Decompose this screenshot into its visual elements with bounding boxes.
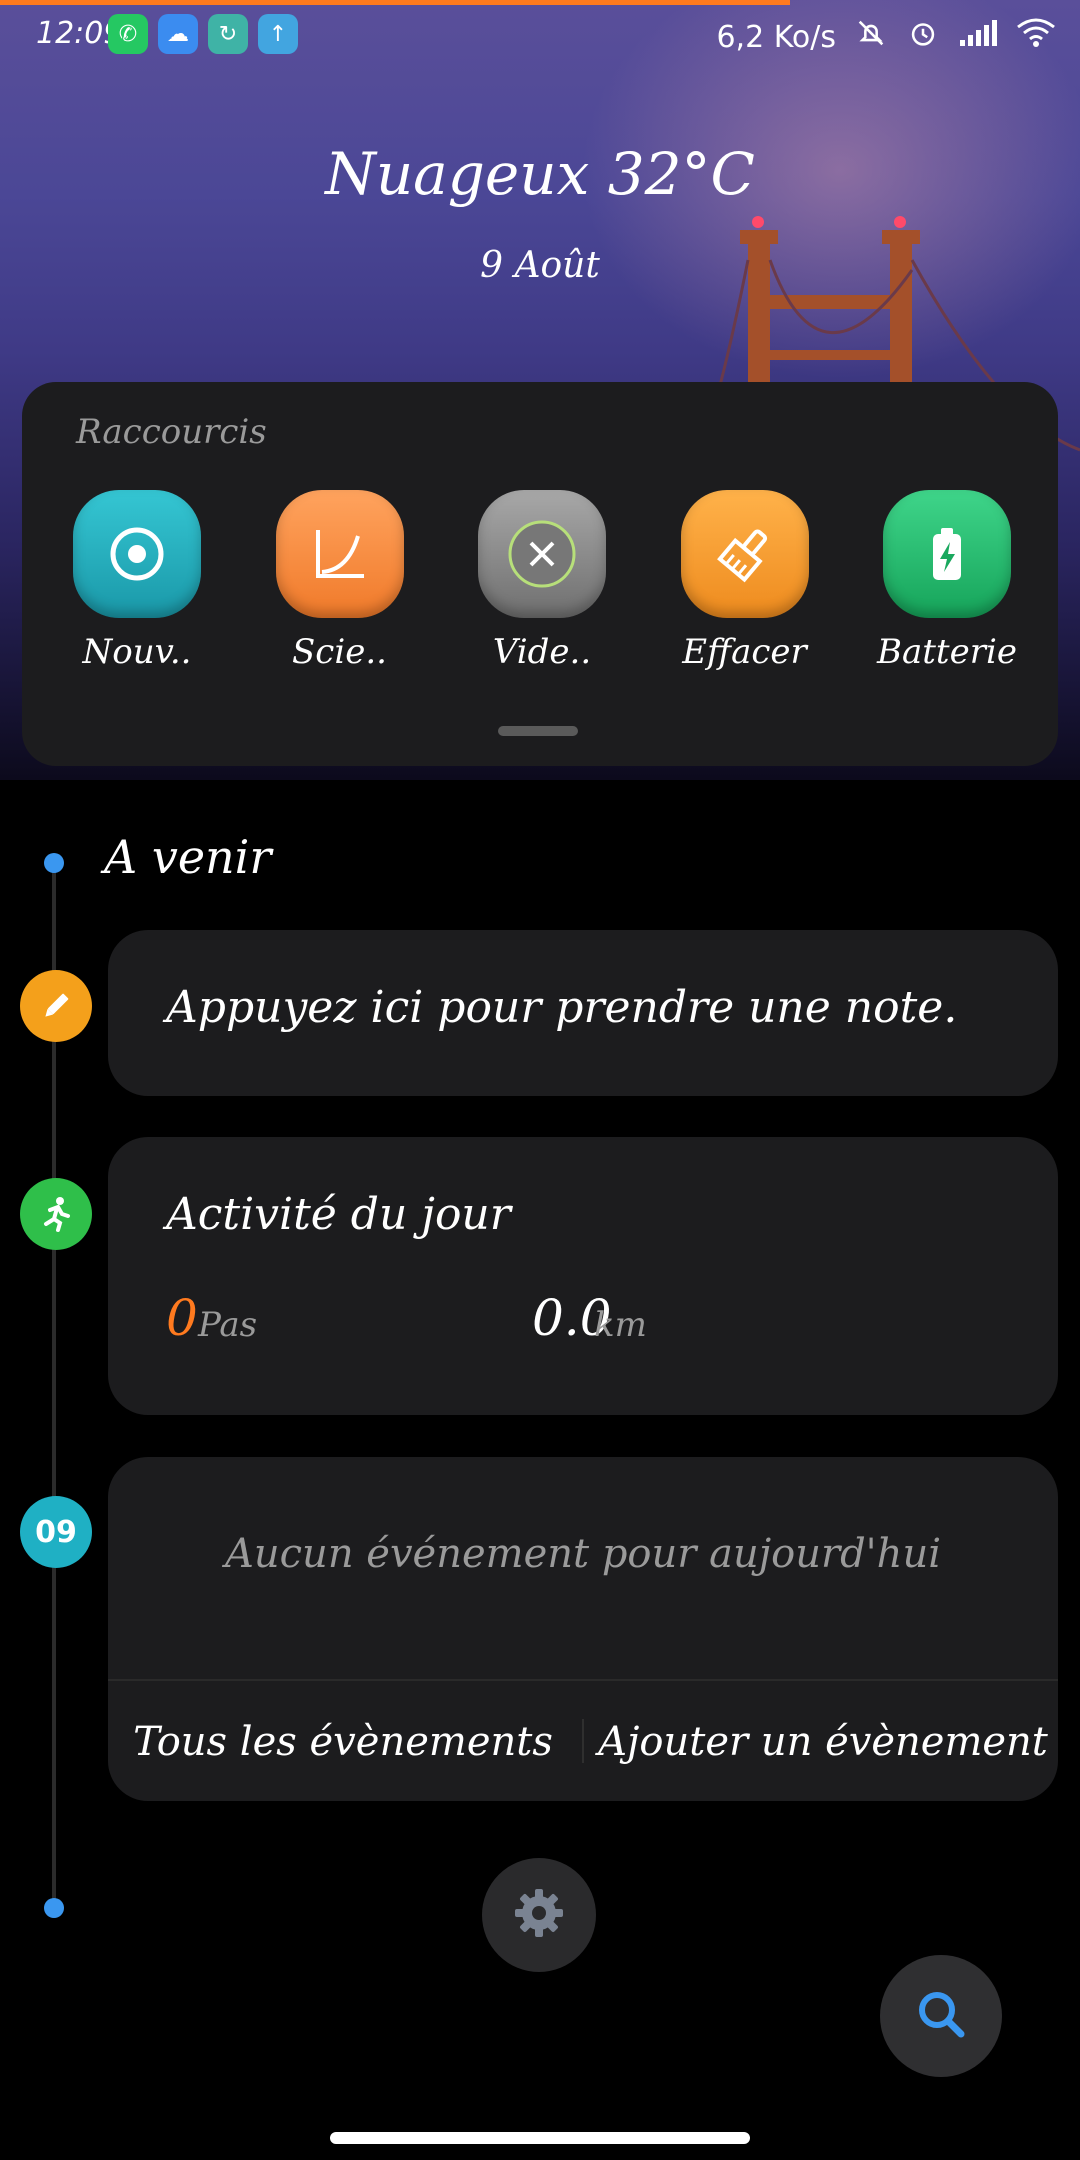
home-indicator[interactable] bbox=[330, 2132, 750, 2144]
distance-unit: km bbox=[594, 1305, 647, 1345]
all-events-button[interactable]: Tous les évènements bbox=[108, 1719, 578, 1765]
battery-icon bbox=[883, 490, 1011, 618]
whatsapp-icon: ✆ bbox=[108, 14, 148, 54]
shortcuts-title: Raccourcis bbox=[76, 412, 267, 452]
shortcut-label: Vide.. bbox=[492, 632, 592, 672]
date-label[interactable]: 9 Août bbox=[0, 245, 1080, 286]
drag-handle[interactable] bbox=[498, 726, 578, 736]
timeline-dot bbox=[44, 853, 64, 873]
gear-icon bbox=[509, 1883, 569, 1947]
notification-icons: ✆ ☁ ↻ ↑ bbox=[108, 14, 298, 54]
shortcuts-panel: Raccourcis Nouv.. Scie.. Vide.. Effacer bbox=[22, 382, 1058, 766]
mute-notification-icon bbox=[854, 16, 888, 58]
steps-value: 0 bbox=[166, 1289, 198, 1347]
shortcut-clean[interactable]: Effacer bbox=[660, 490, 830, 672]
running-icon bbox=[20, 1178, 92, 1250]
search-icon bbox=[913, 1986, 969, 2046]
status-right: 6,2 Ko/s bbox=[716, 16, 1056, 58]
search-button[interactable] bbox=[880, 1955, 1002, 2077]
calendar-day-badge: 09 bbox=[20, 1496, 92, 1568]
shortcuts-row: Nouv.. Scie.. Vide.. Effacer Batterie bbox=[52, 490, 1032, 672]
events-card: Aucun événement pour aujourd'hui Tous le… bbox=[108, 1457, 1058, 1801]
divider bbox=[108, 1679, 1058, 1681]
status-bar: 12:09 ✆ ☁ ↻ ↑ 6,2 Ko/s bbox=[0, 10, 1080, 70]
note-card[interactable]: Appuyez ici pour prendre une note. bbox=[108, 930, 1058, 1096]
sync-icon: ↻ bbox=[208, 14, 248, 54]
timeline-dot bbox=[44, 1898, 64, 1918]
activity-card[interactable]: Activité du jour 0 Pas 0.0 km bbox=[108, 1137, 1058, 1415]
pencil-icon bbox=[20, 970, 92, 1042]
steps-unit: Pas bbox=[198, 1305, 258, 1345]
shortcut-label: Nouv.. bbox=[82, 632, 192, 672]
shortcut-new-recording[interactable]: Nouv.. bbox=[52, 490, 222, 672]
cloud-download-icon: ☁ bbox=[158, 14, 198, 54]
divider bbox=[582, 1719, 584, 1763]
record-icon bbox=[73, 490, 201, 618]
close-icon bbox=[478, 490, 606, 618]
add-event-button[interactable]: Ajouter un évènement bbox=[588, 1719, 1058, 1765]
weather-summary[interactable]: Nuageux 32°C bbox=[0, 140, 1080, 208]
shortcut-science[interactable]: Scie.. bbox=[255, 490, 425, 672]
shortcut-battery[interactable]: Batterie bbox=[862, 490, 1032, 672]
section-upcoming-title: A venir bbox=[104, 830, 272, 884]
upload-icon: ↑ bbox=[258, 14, 298, 54]
shortcut-label: Batterie bbox=[877, 632, 1017, 672]
no-event-message: Aucun événement pour aujourd'hui bbox=[225, 1531, 941, 1577]
graph-icon bbox=[275, 490, 404, 618]
settings-button[interactable] bbox=[482, 1858, 596, 1972]
note-prompt: Appuyez ici pour prendre une note. bbox=[166, 982, 958, 1033]
brush-icon bbox=[680, 490, 809, 618]
alarm-icon bbox=[906, 16, 940, 58]
shortcut-label: Scie.. bbox=[292, 632, 387, 672]
progress-line bbox=[0, 0, 790, 5]
wifi-icon bbox=[1016, 17, 1056, 57]
shortcut-label: Effacer bbox=[682, 632, 807, 672]
activity-title: Activité du jour bbox=[166, 1189, 511, 1240]
shortcut-clear-memory[interactable]: Vide.. bbox=[457, 490, 627, 672]
network-speed: 6,2 Ko/s bbox=[716, 19, 836, 55]
signal-icon bbox=[958, 18, 998, 56]
